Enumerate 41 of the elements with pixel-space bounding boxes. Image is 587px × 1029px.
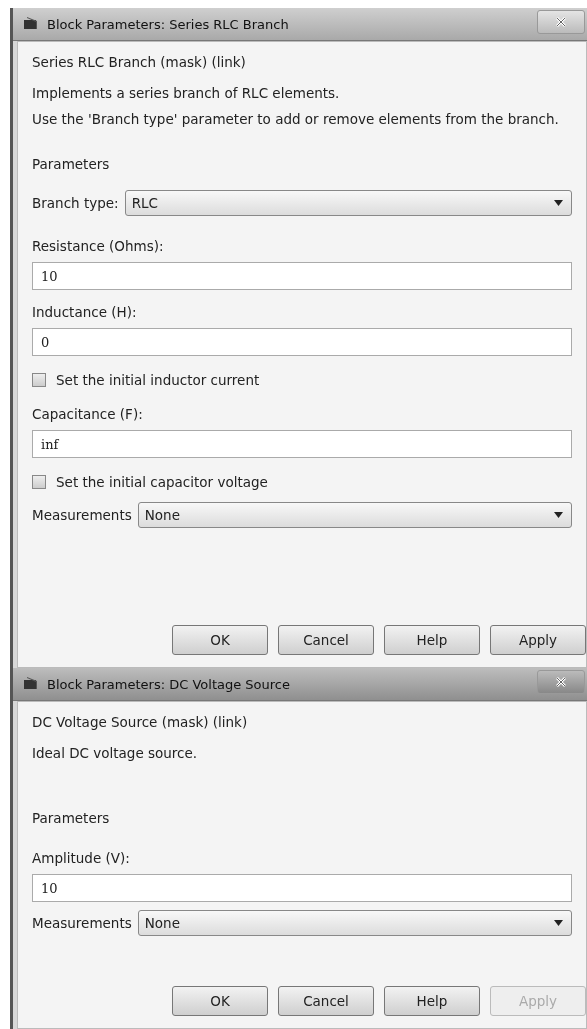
section-label: Parameters: [32, 156, 111, 172]
caret-icon: [554, 512, 563, 518]
dropdown[interactable]: RLC: [124, 190, 572, 216]
caret-icon: [554, 920, 563, 926]
checkbox[interactable]: [32, 373, 46, 387]
field-label: Amplitude (V):: [32, 850, 131, 866]
close-icon[interactable]: [537, 10, 585, 34]
checkbox-label: Set the initial capacitor voltage: [56, 474, 268, 490]
input-field[interactable]: 10: [32, 262, 572, 290]
window-title: Block Parameters: Series RLC Branch: [47, 16, 289, 32]
field-label: Measurements: [32, 915, 132, 931]
caret-icon: [554, 200, 563, 206]
input-field[interactable]: 10: [32, 874, 572, 902]
dropdown[interactable]: None: [137, 502, 572, 528]
field-label: Resistance (Ohms):: [32, 238, 165, 254]
field-label: Inductance (H):: [32, 304, 138, 320]
field-label: Measurements: [32, 507, 132, 523]
block-icon: [23, 677, 39, 691]
dialog-button[interactable]: Help: [384, 625, 480, 655]
block-icon: [23, 17, 39, 31]
description-text: Implements a series branch of RLC elements.: [32, 84, 341, 103]
dialog-button[interactable]: Apply: [490, 625, 586, 655]
input-field[interactable]: inf: [32, 430, 572, 458]
checkbox-label: Set the initial inductor current: [56, 372, 260, 388]
dialog-button[interactable]: Cancel: [278, 986, 374, 1016]
field-label: Capacitance (F):: [32, 406, 144, 422]
block-heading: DC Voltage Source (mask) (link): [32, 714, 249, 730]
dialog-button[interactable]: Cancel: [278, 625, 374, 655]
description-text: Ideal DC voltage source.: [32, 744, 199, 763]
section-label: Parameters: [32, 810, 111, 826]
description-text: Use the 'Branch type' parameter to add or remove elements from the branch.: [32, 110, 560, 129]
checkbox[interactable]: [32, 475, 46, 489]
dialog-button[interactable]: Help: [384, 986, 480, 1016]
dialog-button[interactable]: OK: [172, 625, 268, 655]
field-label: Branch type:: [32, 195, 119, 211]
close-icon[interactable]: [537, 670, 585, 694]
dropdown[interactable]: None: [137, 910, 572, 936]
window-title: Block Parameters: DC Voltage Source: [47, 676, 290, 692]
block-heading: Series RLC Branch (mask) (link): [32, 54, 247, 70]
input-field[interactable]: 0: [32, 328, 572, 356]
dialog-button[interactable]: OK: [172, 986, 268, 1016]
